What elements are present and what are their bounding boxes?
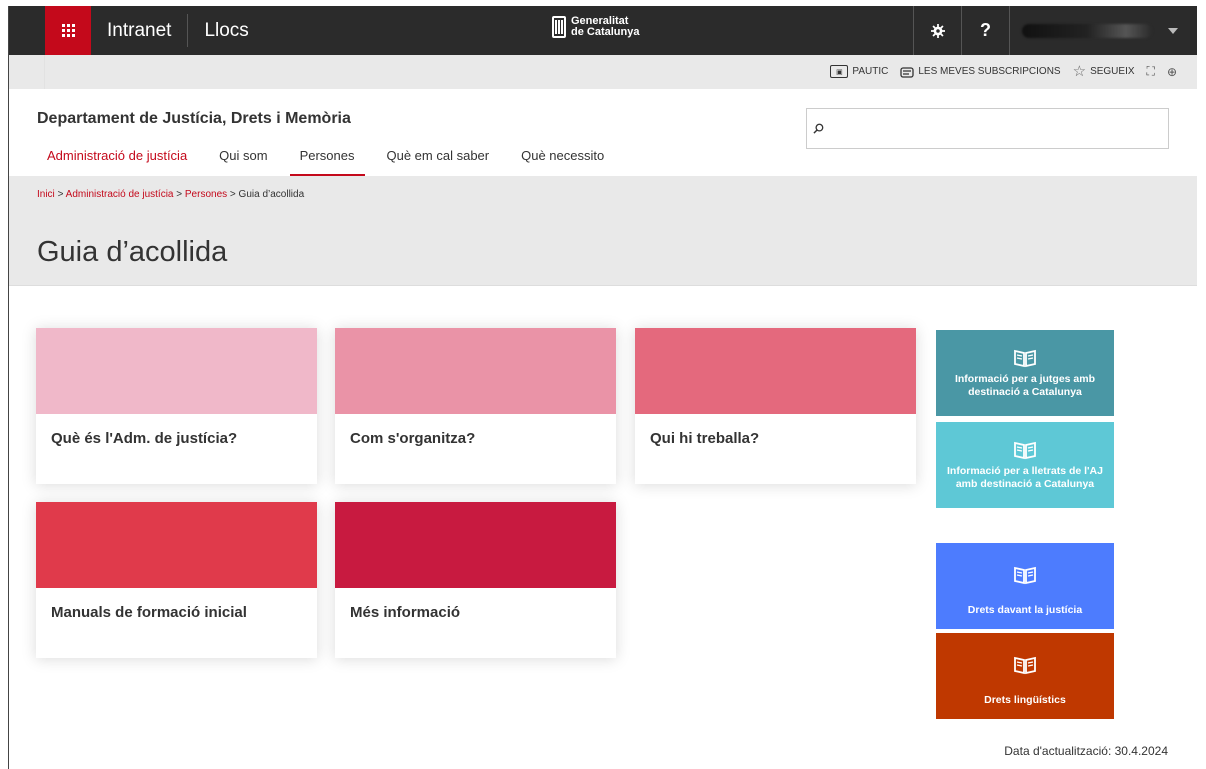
nav-item-que-necessito[interactable]: Què necessito — [511, 141, 614, 176]
main-nav: Administració de justícia Qui som Person… — [37, 141, 626, 176]
card-manuals[interactable]: Manuals de formació inicial — [36, 502, 317, 658]
card-title: Com s'organitza? — [350, 430, 476, 447]
star-icon: ☆ — [1072, 62, 1087, 80]
grid-icon — [61, 24, 75, 37]
breadcrumb-inici[interactable]: Inici — [37, 189, 55, 200]
nav-item-qui-som[interactable]: Qui som — [209, 141, 277, 176]
breadcrumb-persones[interactable]: Persones — [185, 189, 227, 200]
book-icon — [1014, 656, 1036, 675]
tile-label: Drets lingüístics — [984, 694, 1066, 706]
subscriptions-label: LES MEVES SUBSCRIPCIONS — [918, 66, 1061, 77]
card-title: Què és l'Adm. de justícia? — [51, 430, 238, 447]
tile-jutges[interactable]: Informació per a jutges amb destinació a… — [936, 330, 1114, 416]
card-title: Qui hi treballa? — [650, 430, 760, 447]
book-icon — [1014, 349, 1036, 368]
card-title: Més informació — [350, 604, 461, 621]
top-bar-right: ? — [913, 6, 1197, 55]
card-qui-hi-treballa[interactable]: Qui hi treballa? — [635, 328, 916, 484]
nav-item-administracio[interactable]: Administració de justícia — [37, 141, 197, 176]
pautic-link[interactable]: ▣ PAUTIC — [830, 65, 888, 78]
department-title[interactable]: Departament de Justícia, Drets i Memòria — [37, 110, 351, 128]
gencat-wordmark: Generalitat de Catalunya — [571, 16, 639, 38]
tile-label: Drets davant la justícia — [967, 604, 1083, 616]
apps-menu-button[interactable] — [45, 6, 91, 55]
tile-drets-justicia[interactable]: Drets davant la justícia — [936, 543, 1114, 629]
book-icon — [1014, 566, 1036, 585]
page: Intranet Llocs Generalitat de Catalunya — [8, 6, 1197, 769]
search-input[interactable] — [806, 108, 1169, 149]
utility-links: ▣ PAUTIC LES MEVES SUBSCRIPCIONS ☆ SEGUE… — [830, 64, 1177, 79]
brand-line-2: de Catalunya — [571, 26, 640, 38]
card-mes-informacio[interactable]: Més informació — [335, 502, 616, 658]
settings-button[interactable] — [913, 6, 961, 55]
breadcrumb-separator: > — [229, 189, 236, 200]
follow-label: SEGUEIX — [1090, 66, 1135, 77]
last-updated: Data d'actualització: 30.4.2024 — [1004, 744, 1168, 758]
envelope-icon — [900, 66, 914, 78]
chevron-down-icon — [1168, 27, 1178, 34]
tile-lletrats[interactable]: Informació per a lletrats de l'AJ amb de… — [936, 422, 1114, 508]
breadcrumb-administracio[interactable]: Administració de justícia — [66, 189, 174, 200]
intranet-link[interactable]: Intranet — [91, 6, 187, 55]
card-que-es[interactable]: Què és l'Adm. de justícia? — [36, 328, 317, 484]
utility-bar: ▣ PAUTIC LES MEVES SUBSCRIPCIONS ☆ SEGUE… — [9, 55, 1197, 89]
breadcrumb-separator: > — [176, 189, 183, 200]
gear-icon — [930, 23, 945, 38]
tile-label: Informació per a jutges amb destinació a… — [954, 373, 1096, 398]
search-icon — [813, 123, 824, 134]
book-icon — [1014, 441, 1036, 460]
card-color-band — [335, 328, 616, 414]
tile-drets-linguistics[interactable]: Drets lingüístics — [936, 633, 1114, 719]
card-color-band — [36, 328, 317, 414]
breadcrumb: Inici > Administració de justícia > Pers… — [37, 189, 304, 200]
gencat-emblem-icon — [552, 16, 566, 38]
page-title: Guia d’acollida — [37, 236, 228, 268]
card-title: Manuals de formació inicial — [51, 604, 247, 621]
card-color-band — [335, 502, 616, 588]
card-com-organitza[interactable]: Com s'organitza? — [335, 328, 616, 484]
user-name-redacted — [1022, 23, 1152, 38]
top-bar: Intranet Llocs Generalitat de Catalunya — [9, 6, 1197, 55]
nav-item-persones[interactable]: Persones — [289, 141, 365, 176]
focus-mode-icon[interactable]: ⛶ — [1147, 64, 1155, 79]
card-color-band — [635, 328, 916, 414]
breadcrumb-current: Guia d’acollida — [238, 189, 305, 200]
utility-bar-left — [9, 55, 45, 89]
monitor-icon: ▣ — [830, 65, 849, 78]
card-color-band — [36, 502, 317, 588]
zoom-icon[interactable]: ⊕ — [1167, 65, 1177, 79]
nav-item-que-em-cal-saber[interactable]: Què em cal saber — [377, 141, 500, 176]
subscriptions-link[interactable]: LES MEVES SUBSCRIPCIONS — [900, 66, 1061, 78]
gencat-logo[interactable]: Generalitat de Catalunya — [552, 16, 639, 38]
breadcrumb-separator: > — [57, 189, 64, 200]
help-button[interactable]: ? — [961, 6, 1009, 55]
follow-link[interactable]: ☆ SEGUEIX — [1072, 62, 1135, 80]
llocs-link[interactable]: Llocs — [188, 6, 264, 55]
tile-label: Informació per a lletrats de l'AJ amb de… — [947, 465, 1103, 490]
user-menu[interactable] — [1009, 6, 1197, 55]
title-band: Inici > Administració de justícia > Pers… — [9, 176, 1197, 286]
pautic-label: PAUTIC — [852, 66, 889, 77]
